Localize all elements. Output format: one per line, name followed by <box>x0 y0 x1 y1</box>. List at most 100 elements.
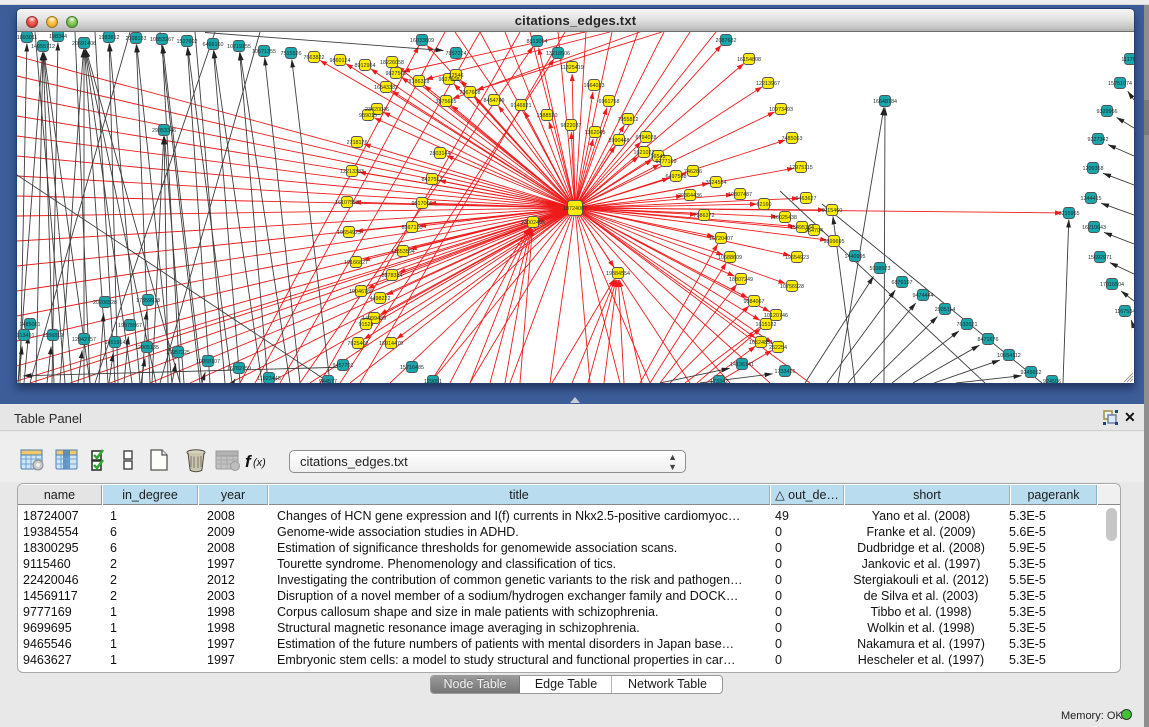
svg-text:f: f <box>245 452 253 471</box>
svg-text:16914479: 16914479 <box>379 341 403 347</box>
svg-text:1156819: 1156819 <box>43 333 64 339</box>
svg-text:8813054: 8813054 <box>527 39 548 45</box>
svg-text:10671355: 10671355 <box>252 49 276 55</box>
svg-text:6466160: 6466160 <box>203 42 224 48</box>
svg-text:19654923: 19654923 <box>337 230 361 236</box>
svg-text:19654923: 19654923 <box>785 255 809 261</box>
svg-text:111702: 111702 <box>1121 57 1134 63</box>
svg-text:10807487: 10807487 <box>728 192 752 198</box>
svg-text:19166827: 19166827 <box>344 260 368 266</box>
svg-text:2087682: 2087682 <box>716 38 737 44</box>
svg-text:1209358: 1209358 <box>1083 166 1104 172</box>
svg-text:129051: 129051 <box>424 379 442 383</box>
svg-text:18724007: 18724007 <box>563 206 587 212</box>
svg-text:1527602: 1527602 <box>177 39 198 45</box>
svg-text:10853267: 10853267 <box>150 37 174 43</box>
svg-text:14136141: 14136141 <box>730 362 754 368</box>
svg-text:91521: 91521 <box>359 322 374 328</box>
svg-text:10719155: 10719155 <box>227 44 251 50</box>
svg-text:8912954: 8912954 <box>355 63 376 69</box>
svg-text:16543382: 16543382 <box>374 85 398 91</box>
svg-text:9245652: 9245652 <box>1021 370 1042 376</box>
svg-text:1485061: 1485061 <box>20 322 41 328</box>
svg-text:1588520: 1588520 <box>537 113 558 119</box>
svg-text:3875685: 3875685 <box>436 99 457 105</box>
svg-text:15720407: 15720407 <box>709 236 733 242</box>
svg-text:17359918: 17359918 <box>136 298 160 304</box>
svg-text:9457791: 9457791 <box>333 363 354 369</box>
svg-text:18226058: 18226058 <box>380 60 404 66</box>
svg-text:1733426: 1733426 <box>775 369 796 375</box>
svg-text:989015: 989015 <box>359 113 377 119</box>
svg-text:4498222: 4498222 <box>370 296 391 302</box>
svg-text:12905135: 12905135 <box>135 345 159 351</box>
svg-text:1244415: 1244415 <box>1081 196 1102 202</box>
svg-text:2803144: 2803144 <box>430 151 451 157</box>
svg-text:20206528: 20206528 <box>93 300 117 306</box>
svg-text:252254: 252254 <box>769 345 787 351</box>
svg-text:198344: 198344 <box>49 34 67 40</box>
svg-text:15692971: 15692971 <box>1088 255 1112 261</box>
svg-text:10756928: 10756928 <box>780 284 804 290</box>
svg-text:9146821: 9146821 <box>511 103 532 109</box>
svg-text:2935114: 2935114 <box>935 307 956 313</box>
svg-text:9474444: 9474444 <box>913 293 934 299</box>
svg-text:8267130: 8267130 <box>402 225 423 231</box>
svg-text:15751074: 15751074 <box>1108 81 1132 87</box>
svg-text:8454749: 8454749 <box>484 98 505 104</box>
svg-text:1167534: 1167534 <box>1115 309 1134 315</box>
svg-text:7955812: 7955812 <box>618 117 639 123</box>
svg-text:10046786: 10046786 <box>349 289 373 295</box>
svg-text:7515526: 7515526 <box>281 51 302 57</box>
svg-text:944577: 944577 <box>319 379 337 383</box>
svg-text:16154808: 16154808 <box>737 57 761 63</box>
svg-text:9084067: 9084067 <box>744 299 765 305</box>
svg-text:(x): (x) <box>253 457 266 469</box>
svg-text:9899695: 9899695 <box>824 239 845 245</box>
svg-text:3215955: 3215955 <box>1059 211 1080 217</box>
svg-text:7663822: 7663822 <box>304 55 325 61</box>
svg-text:62160: 62160 <box>757 202 772 208</box>
svg-text:12213967: 12213967 <box>756 81 780 87</box>
svg-text:13218506: 13218506 <box>546 51 570 57</box>
svg-text:11353594: 11353594 <box>391 249 415 255</box>
svg-text:1451914: 1451914 <box>105 340 126 346</box>
svg-text:8471676: 8471676 <box>978 337 999 343</box>
svg-text:1893011: 1893011 <box>17 35 37 41</box>
svg-text:7857224: 7857224 <box>446 51 467 57</box>
svg-text:29053346: 29053346 <box>152 128 176 134</box>
svg-text:8427552: 8427552 <box>422 177 443 183</box>
svg-text:17957225: 17957225 <box>166 350 190 356</box>
svg-text:16107553: 16107553 <box>335 200 359 206</box>
svg-text:2718176: 2718176 <box>347 140 368 146</box>
svg-text:746266: 746266 <box>684 169 702 175</box>
svg-text:16210643: 16210643 <box>1082 225 1106 231</box>
svg-text:1664033: 1664033 <box>584 83 605 89</box>
svg-text:1440995: 1440995 <box>845 254 866 260</box>
svg-text:8878334: 8878334 <box>382 273 403 279</box>
svg-text:11923448: 11923448 <box>257 376 281 382</box>
svg-text:12942757: 12942757 <box>72 337 96 343</box>
svg-text:6794028: 6794028 <box>636 135 657 141</box>
svg-text:20691406: 20691406 <box>72 41 96 47</box>
svg-text:3913491: 3913491 <box>17 333 35 339</box>
svg-text:10958107: 10958107 <box>196 359 220 365</box>
svg-text:7625402: 7625402 <box>348 341 369 347</box>
svg-text:6879197: 6879197 <box>892 280 913 286</box>
svg-text:7485063: 7485063 <box>782 136 803 142</box>
svg-text:9517006: 9517006 <box>412 201 433 207</box>
svg-text:9329966: 9329966 <box>1097 109 1118 115</box>
svg-text:2108133: 2108133 <box>126 36 147 42</box>
svg-text:10025438: 10025438 <box>773 215 797 221</box>
svg-text:10688609: 10688609 <box>718 255 742 261</box>
svg-text:10654112: 10654112 <box>997 353 1021 359</box>
svg-text:9822037: 9822037 <box>561 123 582 129</box>
svg-text:19384554: 19384554 <box>606 271 630 277</box>
svg-text:11325419: 11325419 <box>560 65 584 71</box>
svg-text:1362045: 1362045 <box>585 130 606 136</box>
svg-text:8990448: 8990448 <box>609 138 630 144</box>
svg-text:16648784: 16648784 <box>873 99 897 105</box>
svg-text:5938923: 5938923 <box>870 266 891 272</box>
svg-text:1615132: 1615132 <box>756 322 777 328</box>
svg-text:7986372: 7986372 <box>694 213 715 219</box>
